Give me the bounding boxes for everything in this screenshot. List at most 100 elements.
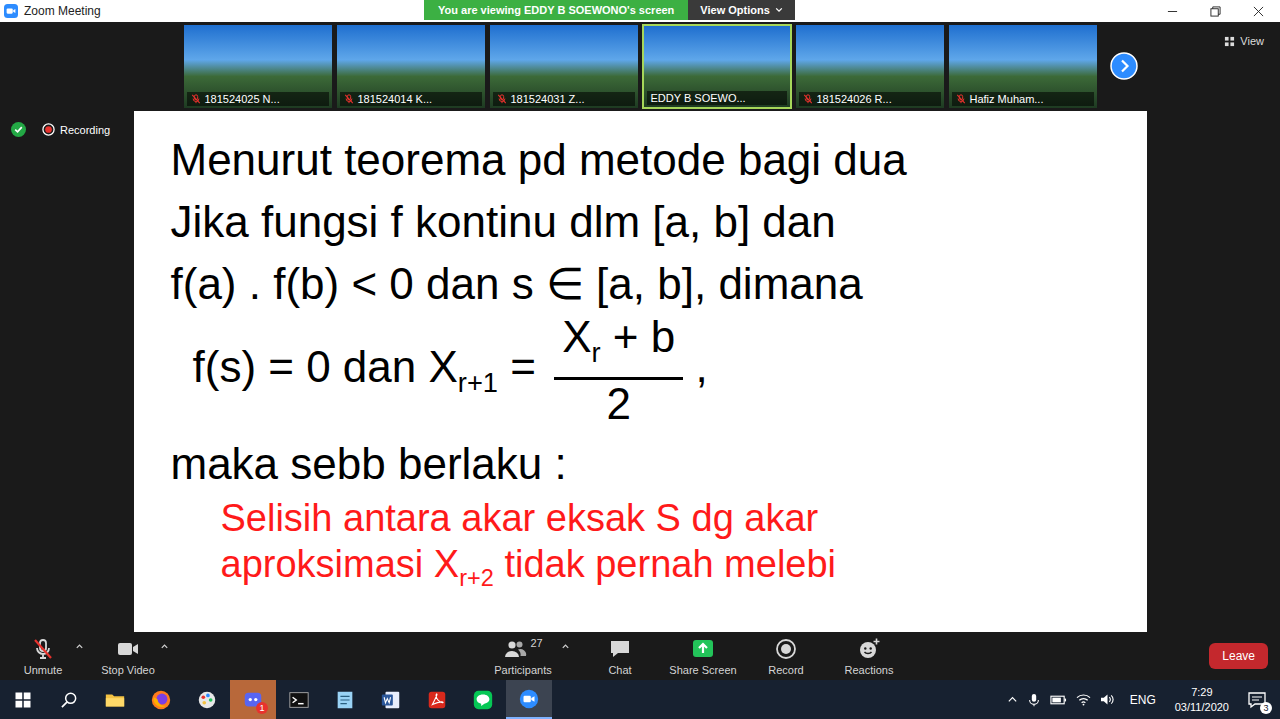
microphone-icon[interactable] xyxy=(1027,693,1041,707)
taskbar-app[interactable] xyxy=(138,680,184,719)
taskbar-app[interactable] xyxy=(368,680,414,719)
whiteboard-text: + b xyxy=(601,312,676,361)
folder-icon xyxy=(104,689,126,711)
toolbar-label: Record xyxy=(768,664,803,676)
taskbar-app[interactable] xyxy=(322,680,368,719)
toolbar-left: Unmute Stop Video xyxy=(0,635,488,678)
clock-time: 7:29 xyxy=(1191,685,1212,700)
participant-video[interactable]: 181524026 R... xyxy=(795,24,945,109)
notification-center[interactable]: 3 xyxy=(1242,690,1272,710)
paint-icon xyxy=(196,689,218,711)
participant-label: 181524026 R... xyxy=(799,92,941,106)
next-page-button[interactable] xyxy=(1109,51,1139,81)
whiteboard-text: f(a) . f(b) < 0 dan s ∈ [a, b], dimana xyxy=(171,259,863,308)
toolbar-button[interactable]: Unmute xyxy=(14,635,72,678)
toolbar-label: Stop Video xyxy=(101,664,155,676)
chevron-up-icon[interactable] xyxy=(1007,694,1018,705)
zoom-screen: Zoom MeetingYou are viewing EDDY B SOEWO… xyxy=(0,0,1280,719)
participant-video[interactable]: EDDY B SOEWO... xyxy=(642,24,792,109)
fraction: Xr + b2 xyxy=(554,315,683,426)
toolbar-label: Unmute xyxy=(24,664,63,676)
taskbar-app[interactable] xyxy=(92,680,138,719)
participant-video[interactable]: 181524025 N... xyxy=(183,24,333,109)
whiteboard-text: , xyxy=(683,342,707,391)
close-icon xyxy=(1253,6,1264,17)
participant-video[interactable]: Hafiz Muham... xyxy=(948,24,1098,109)
windows-logo-icon xyxy=(14,691,32,709)
minimize-button[interactable] xyxy=(1151,0,1194,22)
participant-label: 181524031 Z... xyxy=(493,92,635,106)
whiteboard-line: Jika fungsi f kontinu dlm [a, b] dan xyxy=(171,191,1127,253)
whiteboard-line: Selisih antara akar eksak S dg akar xyxy=(171,495,1127,541)
whiteboard-line: maka sebb berlaku : xyxy=(171,433,1127,495)
restore-icon xyxy=(1210,6,1221,17)
view-options-button[interactable]: View Options xyxy=(688,0,794,20)
record-dot-icon xyxy=(42,123,55,136)
toolbar-label: Share Screen xyxy=(669,664,736,676)
whiteboard-text: Selisih antara akar eksak S dg akar xyxy=(221,497,819,539)
toolbar-caret[interactable] xyxy=(72,637,86,657)
muted-mic-icon xyxy=(956,94,966,104)
toolbar-item: Chat xyxy=(585,635,655,678)
taskbar-app[interactable] xyxy=(506,680,552,719)
whiteboard-text: Menurut teorema pd metode bagi dua xyxy=(171,135,907,184)
whiteboard-line: Menurut teorema pd metode bagi dua xyxy=(171,129,1127,191)
muted-mic-icon xyxy=(803,94,813,104)
toolbar-item: Stop Video xyxy=(99,635,171,678)
toolbar-button[interactable]: Record xyxy=(751,635,821,678)
taskbar-app[interactable] xyxy=(0,680,46,719)
close-button[interactable] xyxy=(1237,0,1280,22)
whiteboard-text: Jika fungsi f kontinu dlm [a, b] dan xyxy=(171,197,836,246)
participant-video[interactable]: 181524014 K... xyxy=(336,24,486,109)
toolbar-button[interactable]: Stop Video xyxy=(99,635,157,678)
taskbar-app[interactable] xyxy=(184,680,230,719)
toolbar-item: Record xyxy=(751,635,821,678)
toolbar-button[interactable]: Chat xyxy=(585,635,655,678)
shared-whiteboard: Menurut teorema pd metode bagi dua Jika f… xyxy=(134,111,1147,632)
taskbar-app[interactable] xyxy=(414,680,460,719)
taskbar-app[interactable] xyxy=(460,680,506,719)
caret-up-icon xyxy=(561,642,570,651)
grid-icon xyxy=(1224,36,1235,47)
shield-icon xyxy=(11,122,26,137)
toolbar-button[interactable]: 27Participants xyxy=(488,635,558,678)
restore-button[interactable] xyxy=(1194,0,1237,22)
input-language[interactable]: ENG xyxy=(1124,693,1162,707)
view-button[interactable]: View xyxy=(1222,33,1266,49)
whiteboard-text: r xyxy=(592,337,601,368)
battery-icon[interactable] xyxy=(1050,694,1067,706)
muted-mic-icon xyxy=(31,637,55,661)
taskbar-app[interactable]: 1 xyxy=(230,680,276,719)
speaker-icon[interactable] xyxy=(1100,693,1115,706)
search-icon xyxy=(59,690,79,710)
participant-name: EDDY B SOEWO... xyxy=(651,92,746,104)
toolbar-caret[interactable] xyxy=(558,637,572,657)
tool-icon-box: 27 xyxy=(503,637,542,661)
toolbar-button[interactable]: Share Screen xyxy=(668,635,738,678)
toolbar-item: Reactions xyxy=(834,635,904,678)
recording-label: Recording xyxy=(60,124,110,136)
leave-button[interactable]: Leave xyxy=(1209,643,1268,669)
wifi-icon[interactable] xyxy=(1076,693,1091,706)
toolbar-button[interactable]: Reactions xyxy=(834,635,904,678)
whiteboard-line: f(a) . f(b) < 0 dan s ∈ [a, b], dimana xyxy=(171,253,1127,315)
participant-label: 181524025 N... xyxy=(187,92,329,106)
app-badge: 1 xyxy=(256,702,268,714)
tool-icon-box xyxy=(774,637,798,661)
clock[interactable]: 7:2903/11/2020 xyxy=(1171,685,1233,715)
participant-label: Hafiz Muham... xyxy=(952,92,1094,106)
share-banner: You are viewing EDDY B SOEWONO's screenV… xyxy=(424,0,795,20)
whiteboard-text: f(s) = 0 dan X xyxy=(193,342,458,391)
whiteboard-text: r+1 xyxy=(458,367,498,398)
participants-icon xyxy=(503,637,527,661)
participant-video[interactable]: 181524031 Z... xyxy=(489,24,639,109)
window-controls xyxy=(1151,0,1280,22)
participant-name: 181524031 Z... xyxy=(511,93,585,105)
record-icon xyxy=(774,637,798,661)
whiteboard-line: aproksimasi Xr+2 tidak pernah melebi xyxy=(171,541,1127,601)
toolbar-caret[interactable] xyxy=(157,637,171,657)
participant-label: 181524014 K... xyxy=(340,92,482,106)
taskbar-app[interactable] xyxy=(276,680,322,719)
tool-icon-box xyxy=(691,637,715,661)
taskbar-app[interactable] xyxy=(46,680,92,719)
